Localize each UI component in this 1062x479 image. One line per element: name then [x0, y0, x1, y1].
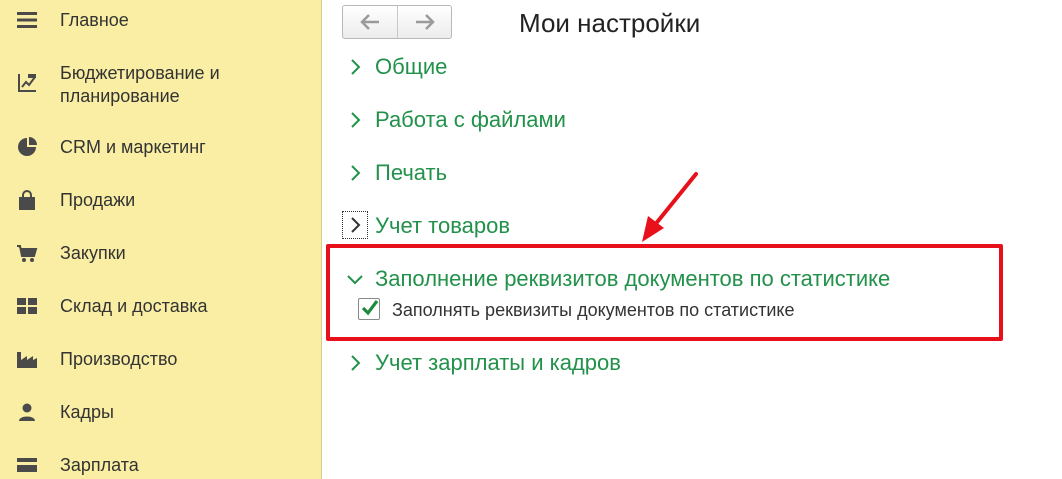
forward-button[interactable]	[398, 6, 452, 38]
section-label: Учет зарплаты и кадров	[375, 350, 621, 375]
factory-icon	[17, 352, 37, 368]
chevron-right-icon	[351, 165, 361, 181]
sidebar-item-warehouse[interactable]: Склад и доставка	[0, 293, 322, 319]
arrow-right-icon	[416, 14, 435, 30]
sidebar-item-label: Главное	[60, 10, 129, 30]
annotation-arrow-icon	[642, 172, 698, 242]
chevron-right-icon	[351, 59, 361, 75]
page-title: Мои настройки	[519, 8, 701, 38]
warehouse-grid-icon	[17, 298, 37, 314]
section-label: Печать	[375, 160, 448, 185]
sidebar-item-hr[interactable]: Кадры	[0, 399, 322, 425]
chevron-right-icon	[351, 355, 361, 371]
shopping-bag-icon	[19, 190, 35, 210]
sidebar-item-salary[interactable]: Зарплата	[0, 452, 322, 478]
sidebar-item-label: Кадры	[60, 402, 114, 422]
sidebar-item-label: Закупки	[60, 243, 126, 263]
sidebar-item-budgeting[interactable]: Бюджетирование и планирование	[0, 60, 322, 108]
person-icon	[19, 403, 35, 421]
sidebar-item-label: Производство	[60, 349, 178, 369]
pie-chart-icon	[18, 137, 37, 156]
sidebar-item-label: Зарплата	[60, 455, 139, 475]
section-label: Работа с файлами	[375, 107, 566, 132]
sidebar-item-sales[interactable]: Продажи	[0, 187, 322, 213]
section-label: Учет товаров	[375, 213, 511, 238]
sidebar-item-label: Бюджетирование и	[60, 63, 220, 83]
highlight-frame	[326, 244, 1003, 341]
sidebar-item-label: CRM и маркетинг	[60, 137, 206, 157]
arrow-left-icon	[360, 14, 379, 30]
sidebar-item-main[interactable]: Главное	[0, 7, 322, 33]
wallet-icon	[17, 458, 37, 472]
shopping-cart-icon	[17, 245, 38, 262]
history-nav	[342, 5, 452, 39]
sidebar-item-production[interactable]: Производство	[0, 346, 322, 372]
section-label: Общие	[375, 54, 448, 79]
back-button[interactable]	[343, 6, 398, 38]
budget-chart-icon	[18, 74, 36, 92]
sidebar-item-label: Склад и доставка	[60, 296, 208, 316]
sidebar-item-label-line2: планирование	[60, 86, 180, 106]
chevron-right-icon	[342, 211, 368, 239]
sidebar-item-label: Продажи	[60, 190, 136, 210]
menu-lines-icon	[17, 12, 37, 28]
sidebar-item-crm[interactable]: CRM и маркетинг	[0, 134, 322, 160]
chevron-right-icon	[351, 112, 361, 128]
sidebar-item-purchases[interactable]: Закупки	[0, 240, 322, 266]
sidebar: Главное Бюджетирование и планирование CR…	[0, 0, 322, 479]
